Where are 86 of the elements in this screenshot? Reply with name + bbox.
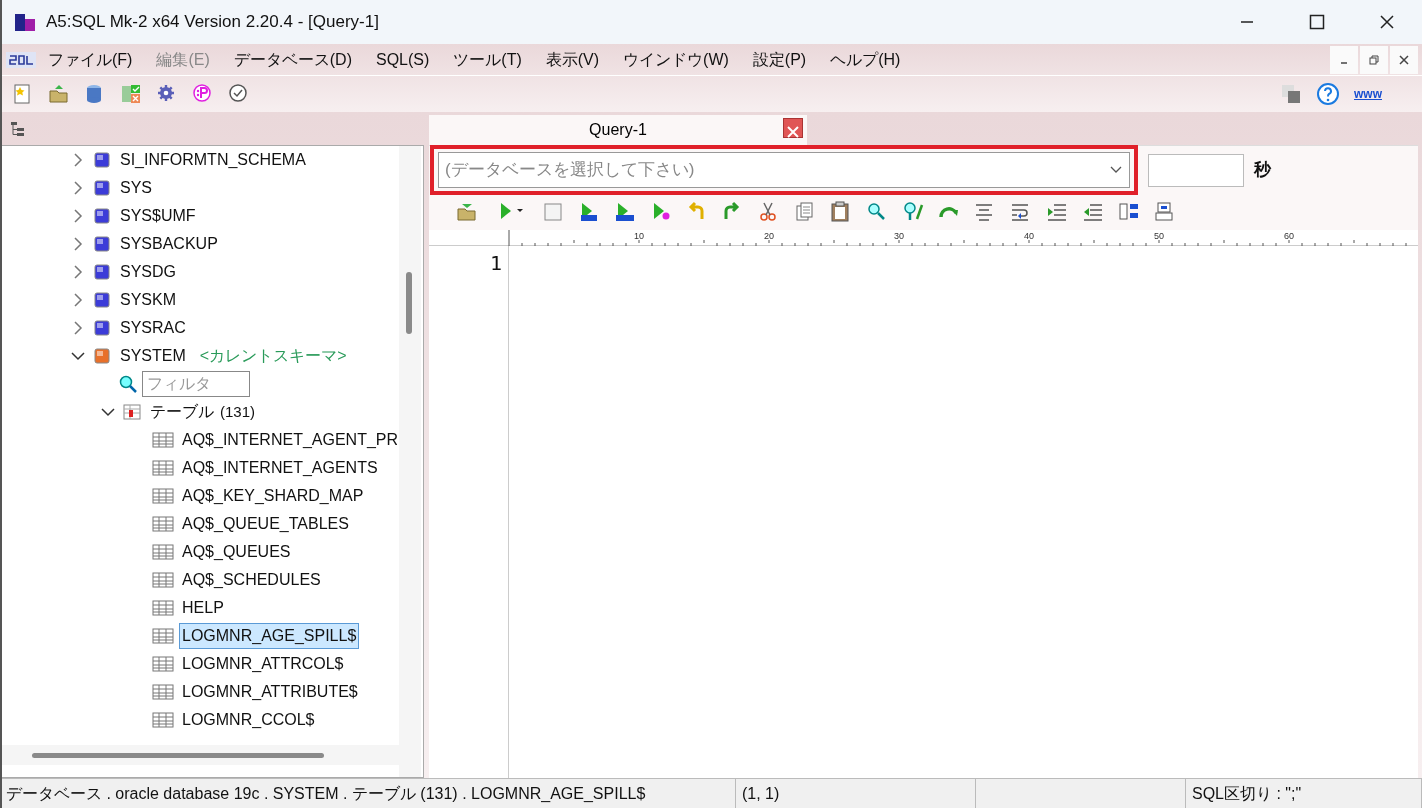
app-logo-icon <box>14 11 36 33</box>
schema-item[interactable]: SI_INFORMTN_SCHEMA <box>118 148 308 172</box>
table-item[interactable]: LOGMNR_ATTRCOL$ <box>180 652 346 676</box>
query-tab[interactable]: Query-1 <box>429 115 807 145</box>
scrollbar-thumb[interactable] <box>406 272 412 334</box>
ruler-label: 60 <box>1284 230 1294 243</box>
table-icon <box>152 683 174 701</box>
window-stack-icon[interactable] <box>1280 83 1302 105</box>
outdent-icon[interactable] <box>1082 201 1104 223</box>
layout-icon[interactable] <box>1118 201 1140 223</box>
ruler-label: 20 <box>764 230 774 243</box>
table-item[interactable]: AQ$_KEY_SHARD_MAP <box>180 484 366 508</box>
table-icon <box>152 627 174 645</box>
folder-item[interactable]: テーブル <box>148 400 216 424</box>
table-item[interactable]: LOGMNR_ATTRIBUTE$ <box>180 680 360 704</box>
table-icon <box>152 711 174 729</box>
database-select[interactable]: (データベースを選択して下さい) <box>438 152 1130 188</box>
dropdown-caret-icon[interactable] <box>1109 165 1123 175</box>
table-icon <box>152 459 174 477</box>
open-folder-icon[interactable] <box>456 201 478 223</box>
table-item[interactable]: AQ$_QUEUE_TABLES <box>180 512 351 536</box>
menu-item[interactable]: ファイル(F) <box>36 47 145 72</box>
paste-icon[interactable] <box>830 201 852 223</box>
collapse-icon[interactable] <box>98 405 118 419</box>
table-item[interactable]: AQ$_SCHEDULES <box>180 568 323 592</box>
timeout-field[interactable] <box>1148 153 1244 187</box>
table-icon <box>152 599 174 617</box>
open-folder-icon[interactable] <box>48 83 70 105</box>
maximize-icon[interactable] <box>1309 14 1325 30</box>
schema-item[interactable]: SYSKM <box>118 288 178 312</box>
table-item[interactable]: LOGMNR_CCOL$ <box>180 708 317 732</box>
search-replace-icon[interactable] <box>902 201 924 223</box>
help-icon[interactable] <box>1316 82 1340 106</box>
table-item[interactable]: LOGMNR_AGE_SPILL$ <box>180 624 359 648</box>
schema-item[interactable]: SYS <box>118 176 154 200</box>
table-folder-icon <box>122 402 142 422</box>
copy-icon[interactable] <box>794 201 816 223</box>
search-icon <box>118 374 138 394</box>
tree-view-icon[interactable] <box>10 120 26 137</box>
indent-icon[interactable] <box>1046 201 1068 223</box>
unit-label: 秒 <box>1254 159 1271 182</box>
run-compare-icon[interactable] <box>578 201 600 223</box>
menu-item[interactable]: 表示(V) <box>533 47 612 72</box>
website-link[interactable]: www <box>1354 85 1382 103</box>
table-icon <box>152 487 174 505</box>
ruler-label: 50 <box>1154 230 1164 243</box>
sql-logo-icon <box>6 49 36 70</box>
status-path: データベース . oracle database 19c . SYSTEM . テーブル (131) . LOGMNR_AGE_SPILL$ <box>2 779 736 808</box>
schema-item[interactable]: SYSBACKUP <box>118 232 220 256</box>
window-title: A5:SQL Mk-2 x64 Version 2.20.4 - [Query-1] <box>46 11 379 34</box>
table-item[interactable]: AQ$_INTERNET_AGENTS <box>180 456 380 480</box>
parameter-icon[interactable] <box>192 83 214 105</box>
database-check-icon[interactable] <box>120 83 142 105</box>
table-item[interactable]: AQ$_QUEUES <box>180 540 293 564</box>
schema-item[interactable]: SYS$UMF <box>118 204 198 228</box>
schema-note: <カレントスキーマ> <box>199 346 347 366</box>
line-number: 1 <box>488 250 502 277</box>
delimiter-status: SQL区切り : ";" <box>1186 779 1422 808</box>
close-icon[interactable] <box>1379 14 1395 30</box>
menu-item[interactable]: データベース(D) <box>221 47 364 72</box>
table-icon <box>152 571 174 589</box>
schema-item[interactable]: SYSTEM <box>118 344 188 368</box>
table-icon <box>152 431 174 449</box>
filter-field[interactable]: フィルタ <box>142 371 250 397</box>
item-count: (131) <box>220 401 256 422</box>
cursor-position: (1, 1) <box>736 779 976 808</box>
collapse-icon[interactable] <box>68 349 88 363</box>
ruler-label: 10 <box>634 230 644 243</box>
run-export-icon[interactable] <box>614 201 636 223</box>
menu-item[interactable]: SQL(S) <box>364 47 442 72</box>
menu-item[interactable]: ウインドウ(W) <box>611 47 741 72</box>
table-icon <box>152 655 174 673</box>
restore-icon[interactable] <box>1368 53 1380 66</box>
menu-item[interactable]: ヘルプ(H) <box>818 47 913 72</box>
table-icon <box>152 515 174 533</box>
menu-item[interactable]: 設定(P) <box>740 47 819 72</box>
ruler-label: 30 <box>894 230 904 243</box>
close-icon[interactable] <box>1398 53 1410 66</box>
schema-item[interactable]: SYSDG <box>118 260 178 284</box>
table-item[interactable]: AQ$_INTERNET_AGENT_PR <box>180 428 397 452</box>
table-icon <box>152 543 174 561</box>
scrollbar-thumb[interactable] <box>32 753 324 758</box>
schema-item[interactable]: SYSRAC <box>118 316 188 340</box>
menu-item[interactable]: ツール(T) <box>441 47 534 72</box>
table-item[interactable]: HELP <box>180 596 226 620</box>
ruler-label: 40 <box>1024 230 1034 243</box>
